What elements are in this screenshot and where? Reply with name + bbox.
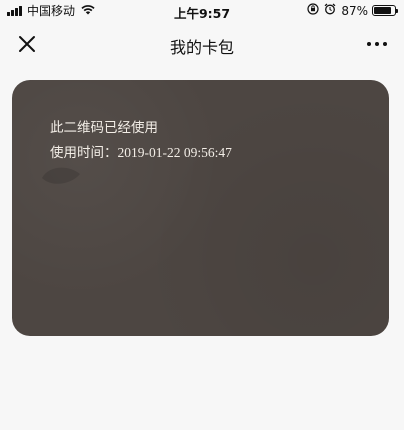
battery-percent: 87%	[341, 3, 368, 18]
used-time: 使用时间：2019-01-22 09:56:47	[50, 141, 232, 161]
card-watermark	[38, 160, 84, 192]
page-title: 我的卡包	[169, 38, 234, 57]
used-time-value: 2019-01-22 09:56:47	[117, 145, 232, 160]
status-bar: 中国移动 上午9:57 87%	[0, 0, 404, 22]
status-right: 87%	[307, 3, 398, 18]
qr-card: 此二维码已经使用 使用时间：2019-01-22 09:56:47	[12, 80, 389, 336]
used-time-label: 使用时间：	[50, 145, 118, 161]
used-message: 此二维码已经使用	[50, 120, 158, 136]
screen: 中国移动 上午9:57 87% 我的卡包 此二维码已经使用 使用时间：2019-…	[0, 0, 404, 430]
more-icon[interactable]	[364, 33, 390, 55]
battery-icon	[372, 5, 398, 16]
alarm-icon	[324, 3, 336, 18]
orientation-lock-icon	[307, 3, 319, 18]
nav-bar: 我的卡包	[0, 22, 404, 66]
battery-fill	[374, 7, 392, 14]
